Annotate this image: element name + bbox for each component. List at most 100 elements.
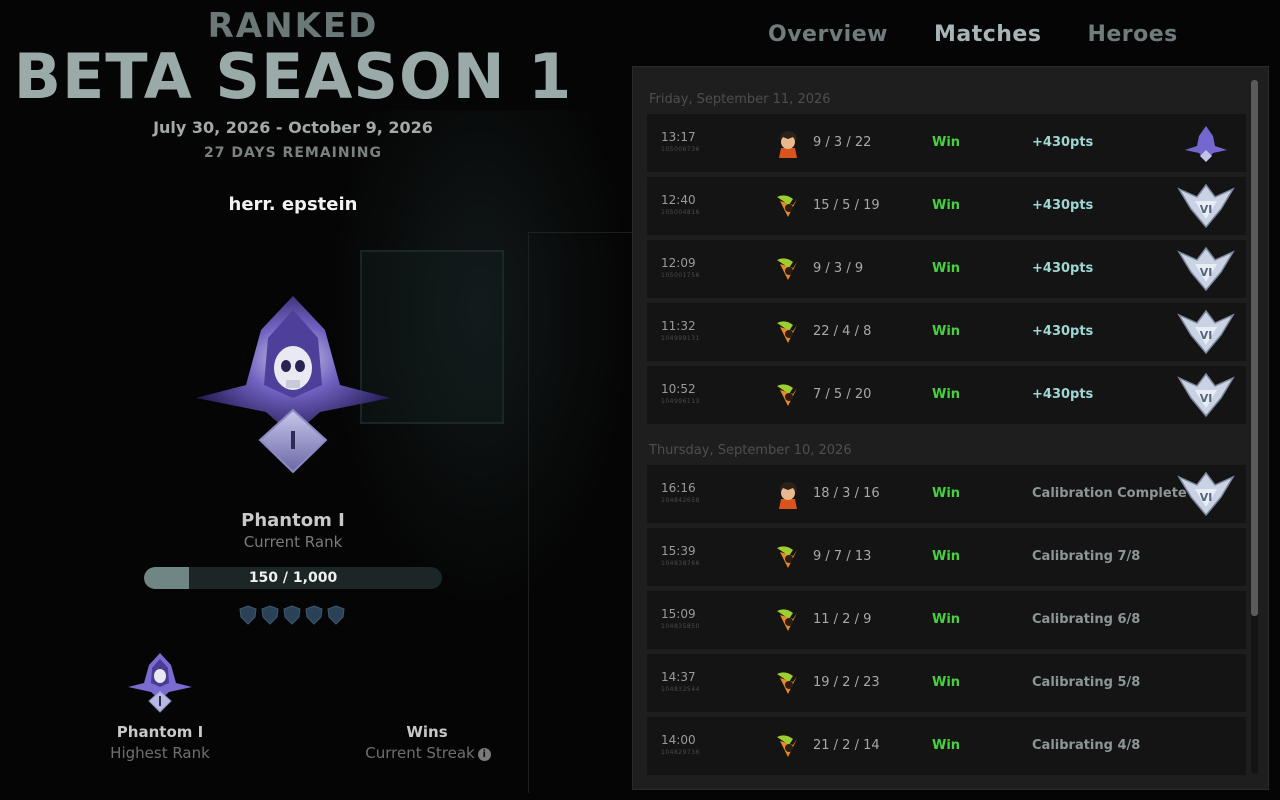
match-kda: 9 / 7 / 13 [813,549,872,564]
svg-text:VI: VI [1200,491,1213,504]
svg-text:VI: VI [1200,329,1213,342]
match-points: +430pts [1032,198,1094,213]
hero-portrait-human-icon [773,479,803,509]
hero-portrait-green-icon [773,542,803,572]
background-structure [528,232,639,793]
match-result: Win [932,738,961,753]
match-time: 14:37 [661,670,696,684]
match-kda: 18 / 3 / 16 [813,486,880,501]
match-time: 15:09 [661,607,696,621]
phantom-rank-emblem-icon [196,296,390,474]
match-id: 104838766 [661,560,700,567]
tab-heroes[interactable]: Heroes [1087,22,1177,47]
svg-text:VI: VI [1200,392,1213,405]
rank-pip-icon [239,605,257,625]
highest-rank-name: Phantom I [116,723,204,741]
current-rank-label: Current Rank [243,533,343,551]
match-result: Win [932,261,961,276]
match-id: 105004816 [661,209,700,216]
svg-text:VI: VI [1200,266,1213,279]
match-kda: 15 / 5 / 19 [813,198,880,213]
match-result: Win [932,486,961,501]
match-time: 16:16 [661,481,696,495]
hero-portrait-green-icon [773,191,803,221]
hero-portrait-green-icon [773,317,803,347]
player-name: herr. epstein [228,194,358,215]
match-kda: 22 / 4 / 8 [813,324,872,339]
match-id: 104842658 [661,497,700,504]
match-result: Win [932,675,961,690]
match-time: 15:39 [661,544,696,558]
svg-text:VI: VI [1200,203,1213,216]
match-row[interactable]: 13:17 105006736 9 / 3 / 22 Win +430pts [647,114,1246,172]
silver-vi-rank-icon: VI [1177,372,1235,418]
scrollbar-thumb[interactable] [1251,80,1258,616]
match-row[interactable]: 16:16 104842658 18 / 3 / 16 Win Calibration … [647,465,1246,523]
match-row[interactable]: 15:39 104838766 9 / 7 / 13 Win Calibrating 7… [647,528,1246,586]
tab-bar: Overview Matches Heroes [768,22,1224,47]
hero-portrait-green-icon [773,380,803,410]
streak-value: Wins [406,723,448,741]
match-row[interactable]: 15:09 104835850 11 / 2 / 9 Win Calibrating 6… [647,591,1246,649]
match-result: Win [932,549,961,564]
match-kda: 11 / 2 / 9 [813,612,872,627]
match-time: 10:52 [661,382,696,396]
silver-vi-rank-icon: VI [1177,246,1235,292]
hero-portrait-green-icon [773,668,803,698]
match-kda: 19 / 2 / 23 [813,675,880,690]
match-points: Calibrating 6/8 [1032,612,1141,627]
match-history-panel[interactable]: Friday, September 11, 2026 13:17 105006736… [632,66,1269,790]
current-rank-name: Phantom I [241,510,345,531]
match-result: Win [932,198,961,213]
match-row[interactable]: 14:00 104829736 21 / 2 / 14 Win Calibrating … [647,717,1246,775]
rank-pip-icon [283,605,301,625]
scrollbar-track[interactable] [1251,80,1258,774]
highest-rank-label: Highest Rank [110,744,210,762]
season-dates: July 30, 2026 - October 9, 2026 [153,118,433,137]
streak-label-wrap: Current Streak i [338,744,518,762]
rank-pips [239,605,345,625]
rank-pip-icon [305,605,323,625]
rank-pip-icon [327,605,345,625]
match-id: 104832544 [661,686,700,693]
match-row[interactable]: 14:37 104832544 19 / 2 / 23 Win Calibrating … [647,654,1246,712]
match-id: 104829736 [661,749,700,756]
match-points: Calibrating 4/8 [1032,738,1141,753]
match-row[interactable]: 10:52 104996113 7 / 5 / 20 Win +430pts VI [647,366,1246,424]
match-kda: 9 / 3 / 22 [813,135,872,150]
match-points: +430pts [1032,387,1094,402]
match-kda: 21 / 2 / 14 [813,738,880,753]
info-icon[interactable]: i [477,748,491,761]
tab-matches[interactable]: Matches [934,22,1041,47]
match-points: Calibrating 5/8 [1032,675,1141,690]
match-time: 12:09 [661,256,696,270]
silver-vi-rank-icon: VI [1177,183,1235,229]
hero-portrait-green-icon [773,731,803,761]
match-id: 104835850 [661,623,700,630]
match-id: 105001756 [661,272,700,279]
rank-progress-bar: 150 / 1,000 [144,567,442,589]
silver-vi-rank-icon: VI [1177,309,1235,355]
match-row[interactable]: 12:09 105001756 9 / 3 / 9 Win +430pts VI [647,240,1246,298]
match-row[interactable]: 11:32 104999131 22 / 4 / 8 Win +430pts VI [647,303,1246,361]
highest-rank-emblem-icon [128,653,192,713]
match-kda: 9 / 3 / 9 [813,261,864,276]
rank-pip-icon [261,605,279,625]
phantom-small-rank-icon [1177,120,1235,166]
match-points: Calibrating 7/8 [1032,549,1141,564]
match-id: 104999131 [661,335,700,342]
match-result: Win [932,324,961,339]
match-id: 104996113 [661,398,700,405]
match-result: Win [932,387,961,402]
match-row[interactable]: 12:40 105004816 15 / 5 / 19 Win +430pts VI [647,177,1246,235]
days-remaining: 27 DAYS REMAINING [203,145,383,161]
tab-overview[interactable]: Overview [768,22,888,47]
match-time: 13:17 [661,130,696,144]
match-time: 14:00 [661,733,696,747]
match-id: 105006736 [661,146,700,153]
silver-vi-rank-icon: VI [1177,471,1235,517]
match-kda: 7 / 5 / 20 [813,387,872,402]
season-title: BETA SEASON 1 [13,40,573,113]
match-date-header: Friday, September 11, 2026 [649,92,831,107]
match-time: 12:40 [661,193,696,207]
